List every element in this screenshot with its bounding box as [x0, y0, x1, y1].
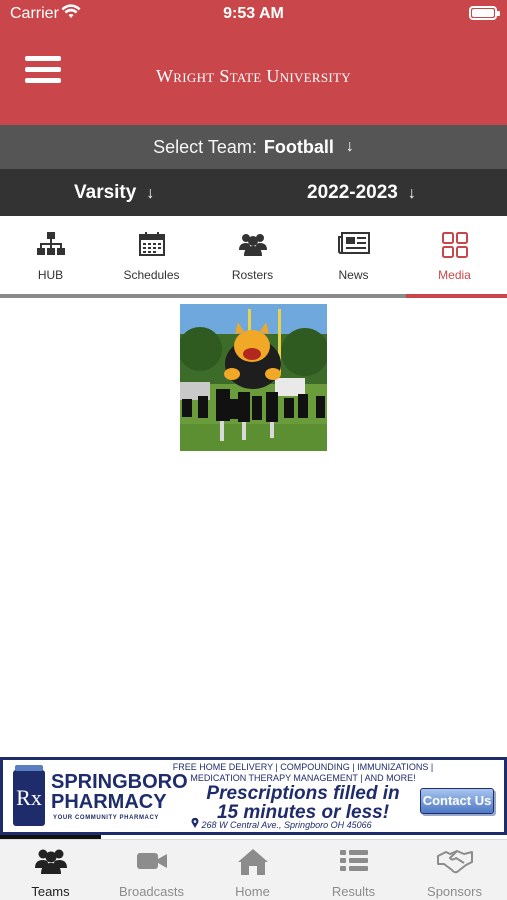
arrow-down-icon: ↓ [146, 185, 155, 202]
section-tabs: HUB Schedules Rosters News Media [0, 216, 507, 298]
season-dropdown[interactable]: 2022-2023 ↓ [307, 182, 416, 204]
ad-services: FREE HOME DELIVERY | COMPOUNDING | IMMUN… [163, 762, 443, 784]
nav-results[interactable]: Results [303, 840, 404, 900]
university-title: Wright State University [156, 66, 351, 86]
calendar-icon [138, 232, 165, 261]
tab-label: Schedules [123, 268, 180, 282]
nav-label: Home [235, 884, 270, 899]
level-value: Varsity [74, 182, 137, 203]
nav-sponsors[interactable]: Sponsors [404, 840, 505, 900]
ad-headline-line1: Prescriptions filled in [206, 783, 400, 804]
bottom-nav: Teams Broadcasts Home Results Sponsors [0, 839, 507, 900]
arrow-down-icon: ↓ [407, 185, 416, 202]
arrow-down-icon: ↓ [345, 138, 354, 155]
nav-home[interactable]: Home [202, 840, 303, 900]
group-icon [238, 232, 268, 261]
newspaper-icon [337, 232, 370, 259]
selected-team: Football [263, 136, 334, 157]
tab-label: Media [438, 268, 471, 282]
hierarchy-icon [36, 232, 65, 261]
ad-services-line1: FREE HOME DELIVERY | COMPOUNDING | IMMUN… [172, 762, 434, 772]
tab-media[interactable]: Media [404, 216, 505, 294]
battery-icon [469, 6, 500, 20]
ad-tagline: YOUR COMMUNITY PHARMACY [53, 815, 160, 821]
tab-label: News [338, 268, 369, 282]
select-team-bar[interactable]: Select Team: Football ↓ [0, 125, 507, 169]
nav-broadcasts[interactable]: Broadcasts [101, 840, 202, 900]
ad-content: Rx SPRINGBORO PHARMACY YOUR COMMUNITY PH… [3, 760, 504, 832]
tab-rosters[interactable]: Rosters [202, 216, 303, 294]
home-icon [237, 848, 269, 881]
contact-us-button[interactable]: Contact Us [420, 788, 494, 814]
tab-label: HUB [37, 268, 64, 282]
app-header: Carrier 9:53 AM Wright State University [0, 0, 507, 125]
handshake-icon [436, 848, 473, 879]
nav-label: Sponsors [427, 884, 482, 899]
grid-icon [441, 232, 468, 263]
tab-schedules[interactable]: Schedules [101, 216, 202, 294]
location-pin-icon [191, 817, 202, 830]
media-thumbnail[interactable] [180, 304, 327, 451]
ad-address: 268 W Central Ave., Springboro OH 45066 [191, 817, 372, 830]
ad-headline: Prescriptions filled in 15 minutes or le… [203, 784, 403, 822]
select-team-label: Select Team: [153, 136, 257, 157]
nav-teams[interactable]: Teams [0, 840, 101, 900]
video-camera-icon [136, 848, 168, 879]
clock: 9:53 AM [223, 5, 284, 22]
tab-news[interactable]: News [303, 216, 404, 294]
active-tab-indicator [406, 294, 507, 298]
rx-logo: Rx [13, 765, 45, 826]
ad-brand-line2: PHARMACY [51, 791, 167, 813]
level-dropdown[interactable]: Varsity ↓ [74, 182, 154, 204]
list-icon [339, 848, 369, 877]
nav-label: Teams [31, 884, 70, 899]
tab-label: Rosters [231, 268, 274, 282]
season-value: 2022-2023 [307, 182, 398, 203]
nav-label: Broadcasts [118, 884, 185, 899]
tab-underline [0, 294, 507, 298]
teams-icon [34, 848, 67, 879]
ad-address-text: 268 W Central Ave., Springboro OH 45066 [201, 820, 372, 830]
filter-bar: Varsity ↓ 2022-2023 ↓ [0, 169, 507, 216]
sponsor-ad-banner[interactable]: Rx SPRINGBORO PHARMACY YOUR COMMUNITY PH… [0, 757, 507, 835]
nav-label: Results [331, 884, 376, 899]
tab-hub[interactable]: HUB [0, 216, 101, 294]
status-bar: Carrier 9:53 AM [0, 0, 507, 28]
